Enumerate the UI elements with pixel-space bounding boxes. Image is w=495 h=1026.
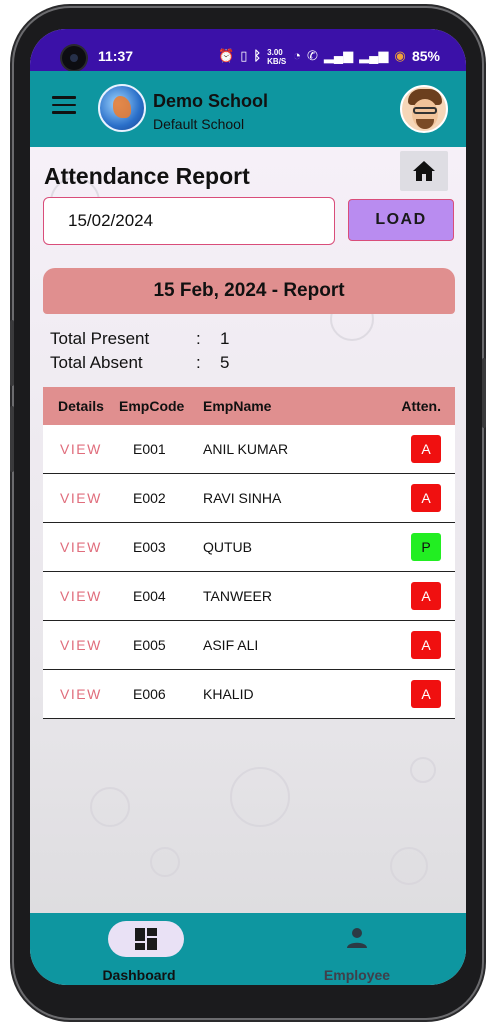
emp-name: RAVI SINHA (203, 490, 282, 506)
attendance-badge: A (411, 484, 441, 512)
power-button (482, 358, 486, 428)
summary-label: Total Absent (50, 353, 143, 372)
view-link[interactable]: VIEW (60, 637, 102, 653)
emp-code: E006 (133, 686, 166, 702)
attendance-badge: P (411, 533, 441, 561)
school-name: Demo School (153, 91, 269, 111)
status-icons: ⏰ ▯ ᛒ 3.00 KB/S ◔ ✆ ▂▄▆ ▂▄▆ ◉ (218, 48, 406, 66)
header-empcode: EmpCode (119, 398, 185, 414)
nav-employee[interactable]: Employee (248, 913, 466, 985)
summary-value: 1 (220, 329, 230, 348)
background-doodle (150, 847, 180, 877)
battery-percent: 85% (411, 48, 440, 64)
nav-active-pill (108, 921, 184, 957)
view-link[interactable]: VIEW (60, 539, 102, 555)
attendance-badge: A (411, 631, 441, 659)
nav-label: Employee (323, 967, 391, 983)
summary-label: Total Present (50, 329, 150, 348)
home-button[interactable] (400, 151, 448, 191)
view-link[interactable]: VIEW (60, 441, 102, 457)
attendance-badge: A (411, 435, 441, 463)
view-link[interactable]: VIEW (60, 490, 102, 506)
background-doodle (230, 767, 290, 827)
emp-name: KHALID (203, 686, 254, 702)
camera-icon (62, 46, 86, 70)
signal-icon-2: ▂▄▆ (359, 48, 389, 63)
view-link[interactable]: VIEW (60, 588, 102, 604)
nav-label: Dashboard (102, 967, 176, 983)
background-doodle (390, 847, 428, 885)
call-icon: ✆ (307, 48, 318, 63)
report-content: Attendance Report 15/02/2024 LOAD 15 Feb… (30, 147, 466, 913)
alarm-icon: ⏰ (218, 48, 235, 63)
emp-code: E003 (133, 539, 166, 555)
header-details: Details (58, 398, 104, 414)
table-row: VIEW E001 ANIL KUMAR A (43, 425, 455, 474)
status-time: 11:37 (98, 48, 134, 64)
battery-saver-icon: ◉ (394, 48, 406, 63)
wifi-icon: ◔ (293, 48, 302, 63)
signal-icon: ▂▄▆ (323, 48, 354, 63)
summary-value: 5 (220, 353, 230, 372)
school-logo (98, 84, 146, 132)
emp-code: E005 (133, 637, 166, 653)
report-title: 15 Feb, 2024 - Report (43, 268, 455, 314)
header-attendance: Atten. (401, 398, 441, 414)
view-link[interactable]: VIEW (60, 686, 102, 702)
nav-dashboard[interactable]: Dashboard (30, 913, 248, 985)
summary-separator: : (196, 353, 201, 372)
attendance-badge: A (411, 680, 441, 708)
emp-name: QUTUB (203, 539, 252, 555)
table-row: VIEW E003 QUTUB P (43, 523, 455, 572)
load-button[interactable]: LOAD (348, 199, 454, 241)
home-icon (413, 161, 435, 181)
emp-code: E002 (133, 490, 166, 506)
background-doodle (410, 757, 436, 783)
table-row: VIEW E004 TANWEER A (43, 572, 455, 621)
app-bar: Demo School Default School (30, 71, 466, 147)
emp-name: ANIL KUMAR (203, 441, 289, 457)
dashboard-icon (135, 928, 157, 950)
bottom-nav: Dashboard Employee (30, 913, 466, 985)
volume-button (10, 320, 14, 386)
table-row: VIEW E005 ASIF ALI A (43, 621, 455, 670)
person-icon (347, 928, 367, 948)
attendance-table: Details EmpCode EmpName Atten. VIEW E001… (43, 387, 455, 719)
emp-code: E001 (133, 441, 166, 457)
header-empname: EmpName (203, 398, 272, 414)
school-subtitle: Default School (153, 116, 245, 132)
page-title: Attendance Report (44, 163, 250, 189)
screen: 11:37 ⏰ ▯ ᛒ 3.00 KB/S ◔ ✆ ▂▄▆ ▂▄▆ ◉ 85% … (30, 29, 466, 985)
background-doodle (90, 787, 130, 827)
emp-name: ASIF ALI (203, 637, 259, 653)
emp-name: TANWEER (203, 588, 272, 604)
summary-separator: : (196, 329, 201, 348)
bluetooth-icon: ᛒ (253, 48, 262, 63)
date-input[interactable]: 15/02/2024 (43, 197, 335, 245)
table-header: Details EmpCode EmpName Atten. (43, 387, 455, 425)
status-bar: 11:37 ⏰ ▯ ᛒ 3.00 KB/S ◔ ✆ ▂▄▆ ▂▄▆ ◉ 85% (30, 29, 466, 71)
menu-icon[interactable] (52, 96, 76, 114)
table-row: VIEW E006 KHALID A (43, 670, 455, 719)
table-row: VIEW E002 RAVI SINHA A (43, 474, 455, 523)
volume-button-2 (10, 406, 14, 472)
avatar[interactable] (400, 85, 448, 133)
emp-code: E004 (133, 588, 166, 604)
attendance-badge: A (411, 582, 441, 610)
data-rate: 3.00 KB/S (267, 48, 287, 66)
vibrate-icon: ▯ (240, 48, 248, 63)
